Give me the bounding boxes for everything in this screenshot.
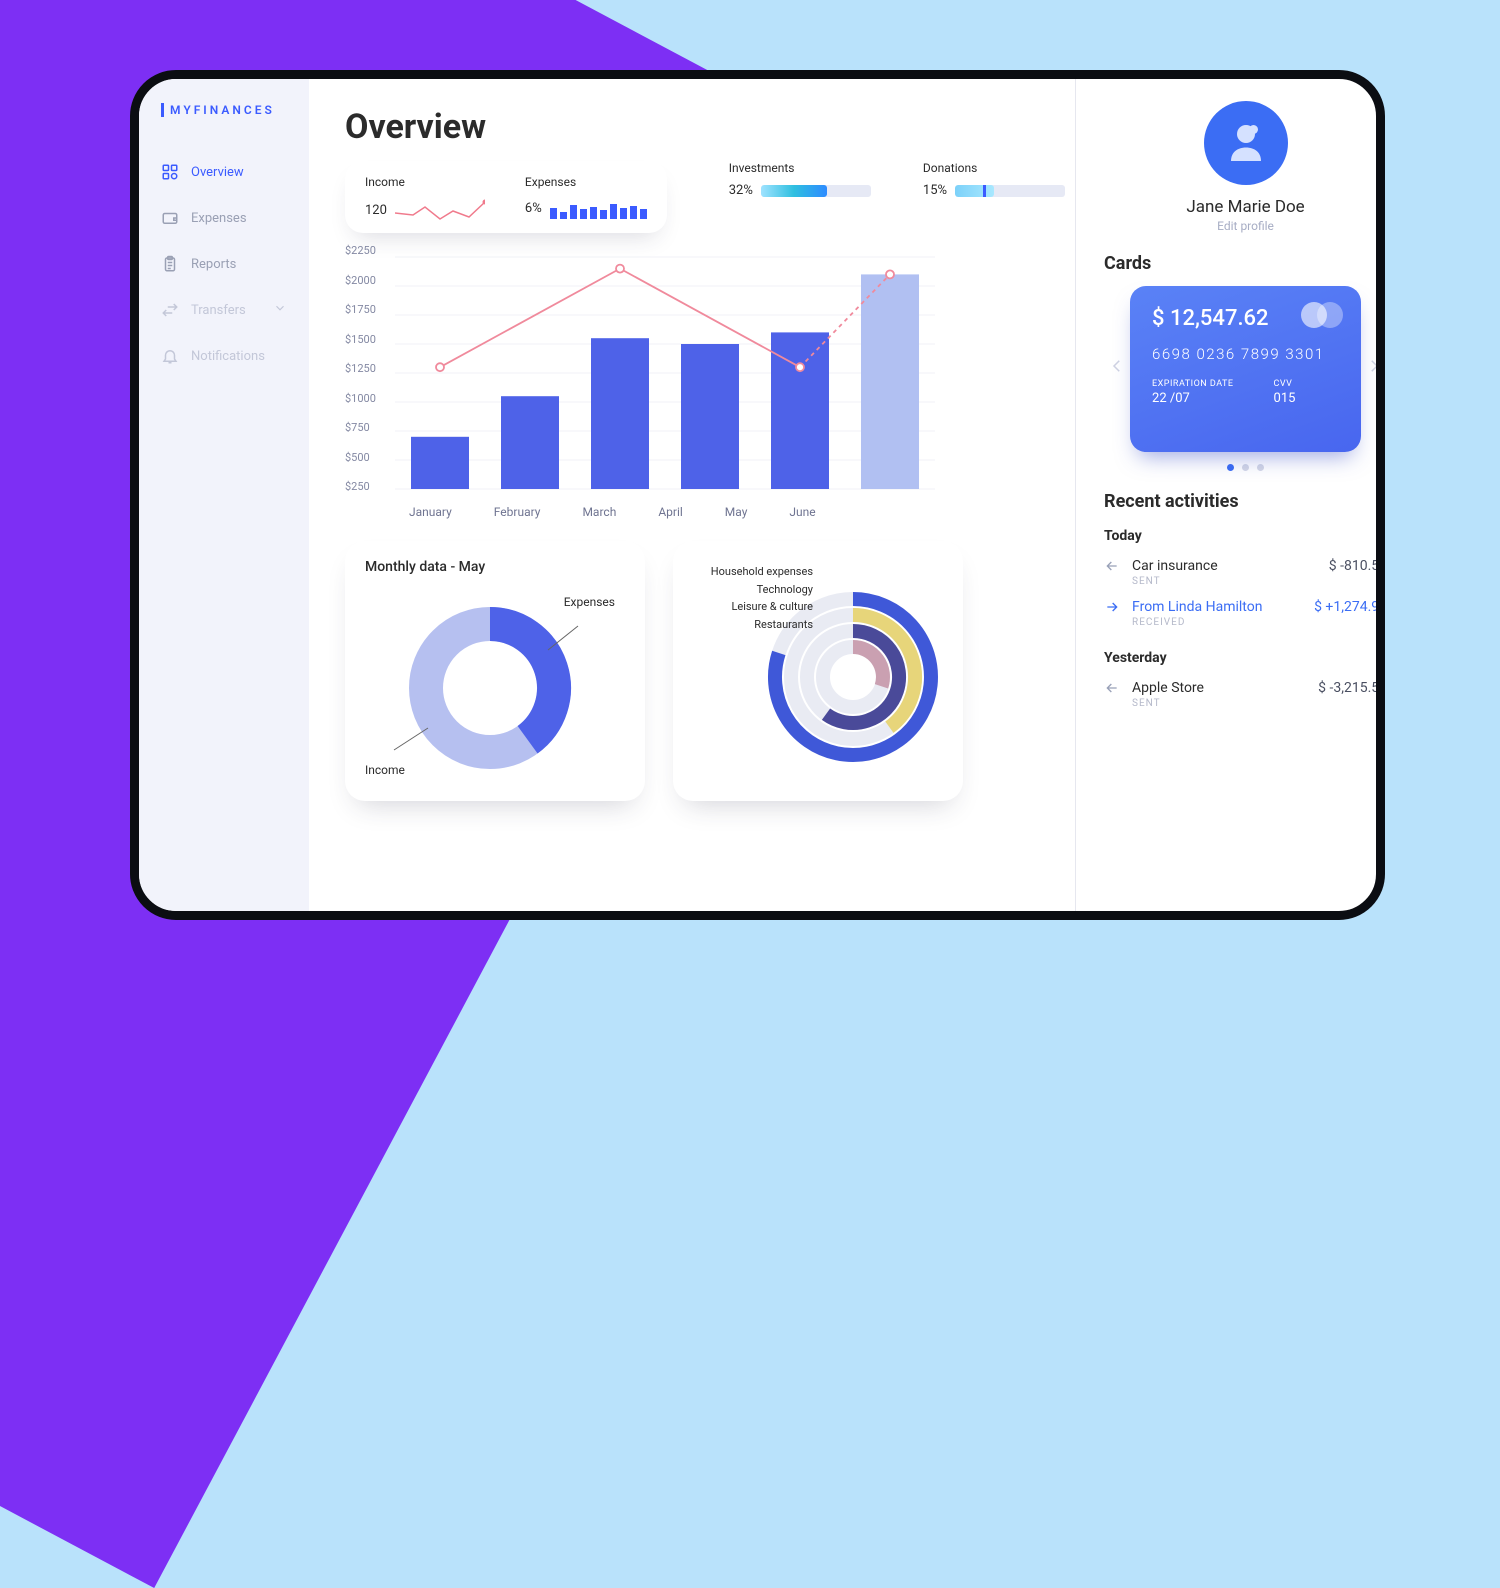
donations-bar <box>955 185 1065 197</box>
main-content: Overview Income 120 Expenses <box>309 79 1075 911</box>
activity-amount: $ -810.50 <box>1329 558 1385 574</box>
kpi-income-value: 120 <box>365 203 387 218</box>
donut-label-expenses: Expenses <box>564 595 615 609</box>
income-sparkline <box>395 197 485 223</box>
cards-section-title: Cards <box>1104 253 1385 274</box>
sidebar-item-overview[interactable]: Overview <box>139 149 309 195</box>
activity-sub: SENT <box>1132 576 1319 587</box>
wallet-icon <box>161 209 179 227</box>
right-column: Jane Marie Doe Edit profile Cards $ 12,5… <box>1075 79 1385 911</box>
sidebar-item-reports[interactable]: Reports <box>139 241 309 287</box>
brand-logo: MYFINANCES <box>139 103 309 117</box>
overview-chart: $2250$2000$1750$1500$1250 $1000$750$500$… <box>345 251 935 519</box>
profile-block: Jane Marie Doe Edit profile <box>1104 101 1385 233</box>
sunburst-panel: Household expenses Technology Leisure & … <box>673 541 963 801</box>
investments-bar <box>761 185 871 197</box>
arrow-right-icon <box>1104 599 1122 619</box>
kpi-investments-label: Investments <box>729 161 871 175</box>
edit-profile-link[interactable]: Edit profile <box>1104 219 1385 233</box>
chart-x-ticks: JanuaryFebruaryMarchAprilMayJune <box>409 505 935 519</box>
kpi-expenses-value: 6% <box>525 201 542 216</box>
activity-amount: $ -3,215.50 <box>1318 680 1385 696</box>
monthly-title: Monthly data - May <box>365 559 625 575</box>
sidebar-item-expenses[interactable]: Expenses <box>139 195 309 241</box>
activity-amount: $ +1,274.94 <box>1314 599 1385 615</box>
sidebar-item-label: Expenses <box>191 211 247 226</box>
card-exp: 22 /07 <box>1152 391 1234 406</box>
transfers-icon <box>161 301 179 319</box>
dashboard-icon <box>161 163 179 181</box>
profile-name: Jane Marie Doe <box>1104 197 1385 217</box>
sidebar-item-label: Reports <box>191 257 236 272</box>
sidebar-item-label: Notifications <box>191 349 265 364</box>
chevron-down-icon <box>273 301 287 319</box>
bell-icon <box>161 347 179 365</box>
activity-sub: RECEIVED <box>1132 617 1304 628</box>
kpi-income-label: Income <box>365 175 485 189</box>
arrow-left-icon <box>1104 558 1122 578</box>
activity-group-title: Yesterday <box>1104 650 1385 666</box>
page-title: Overview <box>345 107 1065 147</box>
sidebar-item-notifications[interactable]: Notifications <box>139 333 309 379</box>
donut-label-income: Income <box>365 763 405 777</box>
person-icon <box>1222 119 1270 167</box>
kpi-donations-value: 15% <box>923 183 947 198</box>
activities-title: Recent activities <box>1104 491 1385 512</box>
kpi-investments-value: 32% <box>729 183 753 198</box>
sidebar-item-transfers[interactable]: Transfers <box>139 287 309 333</box>
card-number: 6698 0236 7899 3301 <box>1152 345 1339 363</box>
card-exp-label: EXPIRATION DATE <box>1152 379 1234 389</box>
activity-title: From Linda Hamilton <box>1132 599 1304 615</box>
mastercard-icon <box>1301 302 1343 328</box>
sunburst-legend: Household expenses Technology Leisure & … <box>683 563 813 633</box>
monthly-data-panel: Monthly data - May Expenses Incom <box>345 541 645 801</box>
expenses-sparkbars <box>550 197 647 219</box>
sidebar-item-label: Overview <box>191 165 244 180</box>
card-prev-button[interactable] <box>1104 348 1130 390</box>
activity-group-title: Today <box>1104 528 1385 544</box>
kpi-card-income-expenses: Income 120 Expenses 6% <box>345 161 667 233</box>
card-pager-dots[interactable] <box>1104 464 1385 471</box>
activity-item[interactable]: From Linda Hamilton RECEIVED $ +1,274.94 <box>1104 593 1385 634</box>
card-cvv: 015 <box>1274 391 1296 406</box>
card-next-button[interactable] <box>1361 348 1385 390</box>
avatar[interactable] <box>1204 101 1288 185</box>
activity-item[interactable]: Apple Store SENT $ -3,215.50 <box>1104 674 1385 715</box>
brand-text: MYFINANCES <box>170 103 275 117</box>
chart-y-ticks: $2250$2000$1750$1500$1250 $1000$750$500$… <box>345 251 376 487</box>
credit-card[interactable]: $ 12,547.62 6698 0236 7899 3301 EXPIRATI… <box>1130 286 1361 452</box>
sidebar: MYFINANCES Overview Expenses <box>139 79 309 911</box>
kpi-expenses-label: Expenses <box>525 175 647 189</box>
activity-title: Apple Store <box>1132 680 1308 696</box>
activity-title: Car insurance <box>1132 558 1319 574</box>
activity-item[interactable]: Car insurance SENT $ -810.50 <box>1104 552 1385 593</box>
sidebar-item-label: Transfers <box>191 303 246 318</box>
arrow-left-icon <box>1104 680 1122 700</box>
kpi-donations-label: Donations <box>923 161 1065 175</box>
monthly-donut <box>365 583 625 773</box>
activity-sub: SENT <box>1132 698 1308 709</box>
clipboard-icon <box>161 255 179 273</box>
card-cvv-label: CVV <box>1274 379 1296 389</box>
tablet-frame: MYFINANCES Overview Expenses <box>130 70 1385 920</box>
